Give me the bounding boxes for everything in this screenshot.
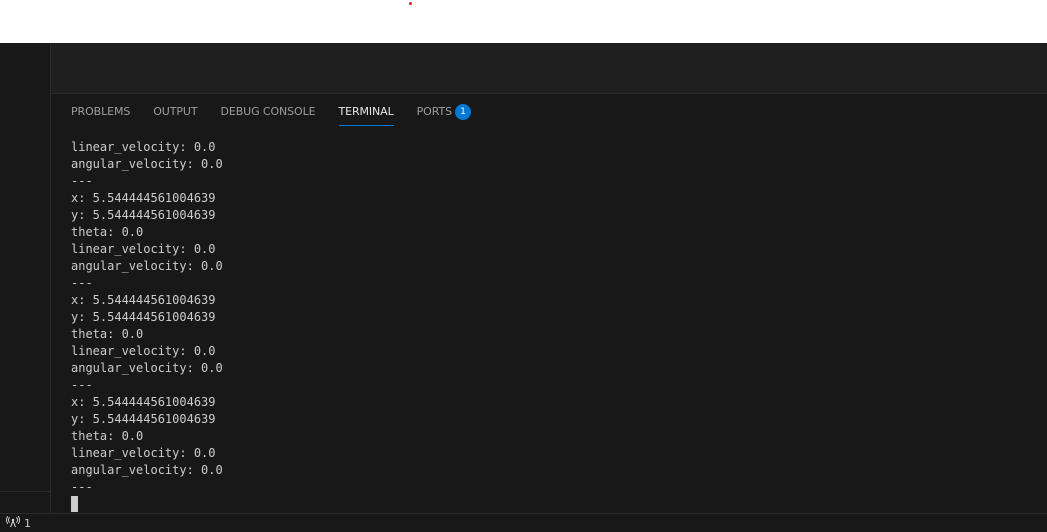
terminal-line: x: 5.544444561004639 xyxy=(71,293,216,307)
bottom-panel: PROBLEMS OUTPUT DEBUG CONSOLE TERMINAL P… xyxy=(51,94,1047,513)
terminal-line: theta: 0.0 xyxy=(71,327,144,341)
tab-ports-label: PORTS xyxy=(416,105,452,118)
status-bar: 1 xyxy=(0,513,1047,532)
terminal-line: theta: 0.0 xyxy=(71,225,144,239)
terminal-line: linear_velocity: 0.0 xyxy=(71,344,216,358)
terminal-output[interactable]: linear_velocity: 0.0 angular_velocity: 0.… xyxy=(71,139,223,513)
tab-problems[interactable]: PROBLEMS xyxy=(71,102,130,124)
terminal-line: y: 5.544444561004639 xyxy=(71,208,216,222)
indicator-dot xyxy=(409,2,412,5)
top-window-area xyxy=(0,0,1047,43)
terminal-line: --- xyxy=(71,276,93,290)
panel-tabs: PROBLEMS OUTPUT DEBUG CONSOLE TERMINAL P… xyxy=(71,102,494,126)
terminal-cursor xyxy=(71,496,78,512)
activity-bar-divider xyxy=(0,491,50,492)
terminal-prompt-line[interactable] xyxy=(71,496,223,513)
terminal-line: linear_velocity: 0.0 xyxy=(71,140,216,154)
terminal-line: x: 5.544444561004639 xyxy=(71,191,216,205)
editor-area xyxy=(51,43,1047,94)
activity-bar xyxy=(0,43,51,513)
terminal-line: theta: 0.0 xyxy=(71,429,144,443)
terminal-line: --- xyxy=(71,378,93,392)
terminal-line: --- xyxy=(71,174,93,188)
terminal-line: --- xyxy=(71,480,93,494)
terminal-line: x: 5.544444561004639 xyxy=(71,395,216,409)
terminal-line: angular_velocity: 0.0 xyxy=(71,259,223,273)
terminal-line: angular_velocity: 0.0 xyxy=(71,157,223,171)
terminal-line: angular_velocity: 0.0 xyxy=(71,361,223,375)
ports-badge: 1 xyxy=(454,104,471,120)
broadcast-icon xyxy=(5,515,21,531)
terminal-line: y: 5.544444561004639 xyxy=(71,310,216,324)
status-ports[interactable]: 1 xyxy=(5,515,31,531)
terminal-line: linear_velocity: 0.0 xyxy=(71,242,216,256)
tab-terminal[interactable]: TERMINAL xyxy=(338,102,394,126)
terminal-line: y: 5.544444561004639 xyxy=(71,412,216,426)
tab-ports[interactable]: PORTS 1 xyxy=(417,102,471,124)
tab-output[interactable]: OUTPUT xyxy=(153,102,197,124)
terminal-line: linear_velocity: 0.0 xyxy=(71,446,216,460)
ports-count: 1 xyxy=(24,517,31,530)
tab-debug-console[interactable]: DEBUG CONSOLE xyxy=(220,102,315,124)
terminal-line: angular_velocity: 0.0 xyxy=(71,463,223,477)
